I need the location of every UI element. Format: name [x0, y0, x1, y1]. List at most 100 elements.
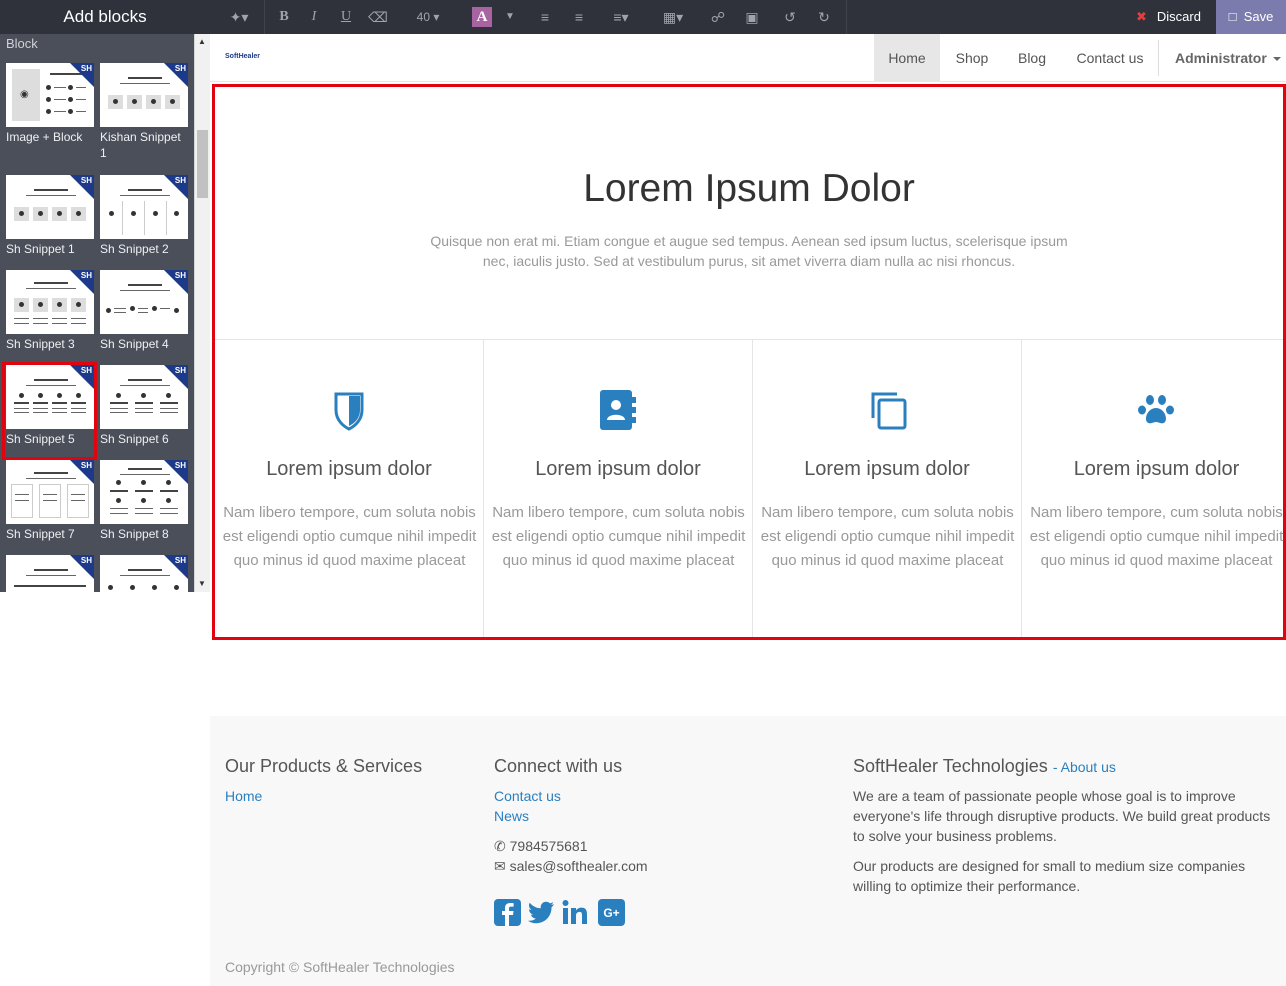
underline-icon[interactable]: U [336, 0, 356, 34]
hero-subtitle[interactable]: Quisque non erat mi. Etiam congue et aug… [425, 231, 1073, 271]
align-icon[interactable]: ≡▾ [606, 0, 636, 34]
nav-home[interactable]: Home [874, 34, 940, 82]
snippet-partial[interactable]: SH [6, 555, 94, 592]
scroll-down-icon[interactable]: ▼ [198, 580, 206, 588]
facebook-icon[interactable] [494, 899, 521, 926]
feature-column[interactable]: Lorem ipsum dolor Nam libero tempore, cu… [1022, 340, 1286, 637]
nav-shop[interactable]: Shop [946, 34, 998, 82]
clone-icon [871, 392, 907, 430]
footer-phone: ✆ 7984575681 [494, 838, 588, 854]
snippet-partial[interactable]: SH [100, 555, 188, 592]
feature-column[interactable]: Lorem ipsum dolor Nam libero tempore, cu… [215, 340, 484, 637]
about-text-2: Our products are designed for small to m… [853, 858, 1246, 894]
snippet-thumbnail: SH [6, 555, 94, 592]
discard-button[interactable]: ✖ Discard [1126, 0, 1216, 34]
bullet-list-icon[interactable]: ≡ [534, 0, 556, 34]
phone-icon: ✆ [494, 838, 506, 854]
snippet-label: Sh Snippet 7 [6, 527, 75, 541]
table-icon[interactable]: ▦▾ [658, 0, 688, 34]
selected-snippet-highlight [2, 362, 97, 460]
selected-snippet-block[interactable]: Lorem Ipsum Dolor Quisque non erat mi. E… [212, 84, 1286, 640]
snippet-thumbnail: SH [100, 63, 188, 127]
bold-icon[interactable]: B [274, 0, 294, 34]
user-menu-dropdown[interactable]: Administrator [1175, 34, 1281, 82]
snippet-label: Sh Snippet 3 [6, 337, 75, 351]
snippet-sh-3[interactable]: SH Sh Snippet 3 [6, 270, 94, 352]
snippet-sh-1[interactable]: SH Sh Snippet 1 [6, 175, 94, 257]
eraser-icon[interactable]: ⌫ [368, 0, 388, 34]
snippet-sh-6[interactable]: SH Sh Snippet 6 [100, 365, 188, 447]
paw-icon [1138, 395, 1174, 424]
snippet-kishan-1[interactable]: SH Kishan Snippet 1 [100, 63, 188, 161]
undo-icon[interactable]: ↺ [780, 0, 800, 34]
snippet-sh-7[interactable]: SH Sh Snippet 7 [6, 460, 94, 542]
features-row: Lorem ipsum dolor Nam libero tempore, cu… [215, 339, 1283, 637]
website-navbar: SoftHealer Home Shop Blog Contact us Adm… [210, 34, 1286, 82]
feature-column[interactable]: Lorem ipsum dolor Nam libero tempore, cu… [753, 340, 1022, 637]
products-heading: Our Products & Services [225, 756, 423, 776]
about-us-link[interactable]: About us [1061, 759, 1116, 775]
feature-text: Nam libero tempore, cum soluta nobis est… [1029, 504, 1284, 569]
google-plus-icon[interactable]: G+ [598, 899, 625, 926]
snippet-thumbnail: SH [100, 460, 188, 524]
snippet-thumbnail: SH [100, 365, 188, 429]
site-logo[interactable]: SoftHealer [225, 53, 260, 60]
text-color-button[interactable]: A [472, 7, 492, 27]
connect-heading: Connect with us [494, 756, 623, 776]
add-blocks-title: Add blocks [0, 0, 210, 34]
add-blocks-panel: Add blocks Block ◉ SH Image + Block SH K… [0, 0, 210, 592]
linkedin-icon[interactable] [562, 899, 589, 926]
envelope-icon: ✉ [494, 858, 506, 874]
hero-title[interactable]: Lorem Ipsum Dolor [215, 167, 1283, 211]
scrollbar-thumb[interactable] [197, 130, 208, 198]
close-icon: ✖ [1136, 9, 1147, 24]
block-category-label: Block [6, 36, 38, 51]
snippet-label: Image + Block [6, 130, 83, 144]
snippet-label: Sh Snippet 2 [100, 242, 169, 256]
image-icon[interactable]: ▣ [742, 0, 762, 34]
snippet-label: Kishan Snippet 1 [100, 130, 181, 160]
snippet-sh-2[interactable]: SH Sh Snippet 2 [100, 175, 188, 257]
italic-icon[interactable]: I [304, 0, 324, 34]
snippet-label: Sh Snippet 6 [100, 432, 169, 446]
scroll-up-icon[interactable]: ▲ [198, 38, 206, 46]
feature-title: Lorem ipsum dolor [266, 458, 432, 480]
magic-wand-icon[interactable]: ✦▾ [224, 0, 254, 34]
chevron-down-icon [1272, 57, 1281, 62]
link-icon[interactable]: ☍ [708, 0, 728, 34]
about-text-1: We are a team of passionate people whose… [853, 788, 1271, 844]
svg-text:G+: G+ [603, 906, 619, 920]
save-button[interactable]: □ Save [1216, 0, 1286, 34]
font-size-dropdown[interactable]: 40 ▾ [410, 0, 446, 34]
twitter-icon[interactable] [528, 899, 555, 926]
snippet-thumbnail: SH [6, 460, 94, 524]
feature-text: Nam libero tempore, cum soluta nobis est… [222, 504, 477, 569]
numbered-list-icon[interactable]: ≡ [568, 0, 590, 34]
editor-app: Add blocks Block ◉ SH Image + Block SH K… [0, 0, 1286, 986]
sidebar-scrollbar[interactable]: ▲ ▼ [194, 34, 210, 592]
footer-email[interactable]: ✉ sales@softhealer.com [494, 856, 648, 876]
redo-icon[interactable]: ↻ [814, 0, 834, 34]
site-footer: Our Products & Services Home Connect wit… [210, 716, 1286, 986]
footer-link-contact-us[interactable]: Contact us [494, 788, 561, 804]
snippet-thumbnail: SH [100, 270, 188, 334]
snippet-thumbnail: ◉ SH [6, 63, 94, 127]
nav-contact-us[interactable]: Contact us [1068, 34, 1152, 82]
snippet-thumbnail: SH [100, 555, 188, 592]
snippet-label: Sh Snippet 8 [100, 527, 169, 541]
snippet-image-block[interactable]: ◉ SH Image + Block [6, 63, 94, 145]
feature-column[interactable]: Lorem ipsum dolor Nam libero tempore, cu… [484, 340, 753, 637]
nav-blog[interactable]: Blog [1008, 34, 1056, 82]
editor-toolbar: ✦▾ B I U ⌫ 40 ▾ A ▼ ≡ ≡ ≡▾ ▦▾ ☍ ▣ ↺ ↻ ✖ D… [210, 0, 1286, 34]
feature-title: Lorem ipsum dolor [804, 458, 970, 480]
footer-link-news[interactable]: News [494, 808, 529, 824]
footer-link-home[interactable]: Home [225, 788, 262, 804]
copyright-text: Copyright © SoftHealer Technologies [225, 959, 455, 975]
font-size-value: 40 [416, 10, 430, 24]
snippet-thumbnail: SH [100, 175, 188, 239]
snippet-sh-4[interactable]: SH Sh Snippet 4 [100, 270, 188, 352]
discard-label: Discard [1156, 9, 1201, 24]
color-caret-icon[interactable]: ▼ [502, 0, 518, 34]
snippet-label: Sh Snippet 4 [100, 337, 169, 351]
snippet-sh-8[interactable]: SH Sh Snippet 8 [100, 460, 188, 542]
